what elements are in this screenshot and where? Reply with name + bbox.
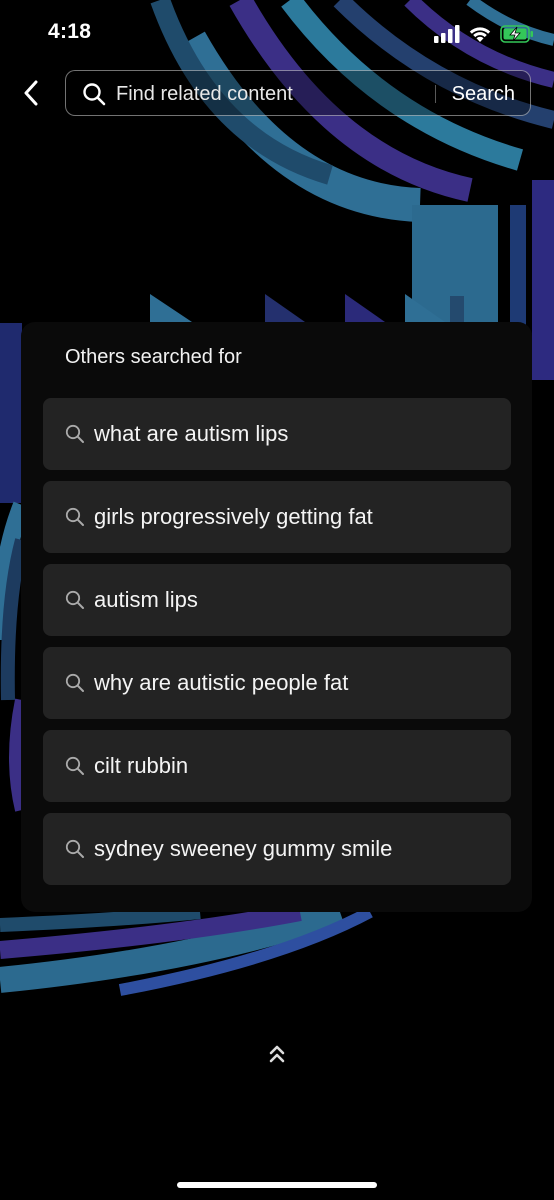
suggestion-item[interactable]: autism lips — [43, 564, 511, 636]
back-button[interactable] — [16, 76, 46, 110]
suggestion-item[interactable]: why are autistic people fat — [43, 647, 511, 719]
status-bar: 4:18 — [0, 0, 554, 66]
suggestion-label: autism lips — [94, 587, 198, 612]
search-icon — [65, 673, 84, 692]
search-bar[interactable]: Find related content Search — [65, 70, 531, 116]
wifi-icon — [469, 27, 491, 42]
search-divider — [435, 85, 436, 103]
suggestion-label: cilt rubbin — [94, 753, 189, 778]
battery-charging-icon — [500, 25, 533, 43]
search-icon — [65, 424, 84, 443]
related-searches-panel: Others searched for what are autism lips… — [21, 322, 532, 912]
search-button[interactable]: Search — [452, 83, 515, 106]
suggestion-label: why are autistic people fat — [94, 670, 349, 695]
search-icon — [83, 83, 106, 106]
home-indicator[interactable] — [177, 1182, 377, 1188]
search-icon — [65, 507, 84, 526]
suggestion-label: what are autism lips — [94, 421, 289, 446]
suggestion-label: sydney sweeney gummy smile — [94, 836, 393, 861]
suggestion-item[interactable]: sydney sweeney gummy smile — [43, 813, 511, 885]
suggestion-item[interactable]: cilt rubbin — [43, 730, 511, 802]
suggestion-label: girls progressively getting fat — [94, 504, 373, 529]
double-chevron-up-icon[interactable] — [265, 1042, 289, 1066]
suggestion-item[interactable]: girls progressively getting fat — [43, 481, 511, 553]
status-icons — [434, 22, 534, 46]
suggestion-list: what are autism lips girls progressively… — [43, 398, 511, 896]
panel-title: Others searched for — [65, 346, 242, 368]
status-time: 4:18 — [48, 20, 92, 43]
search-icon — [65, 590, 84, 609]
search-icon — [65, 756, 84, 775]
chevron-left-icon — [24, 80, 38, 106]
cellular-signal-icon — [434, 25, 460, 43]
search-input[interactable]: Find related content — [116, 83, 293, 106]
search-icon — [65, 839, 84, 858]
suggestion-item[interactable]: what are autism lips — [43, 398, 511, 470]
